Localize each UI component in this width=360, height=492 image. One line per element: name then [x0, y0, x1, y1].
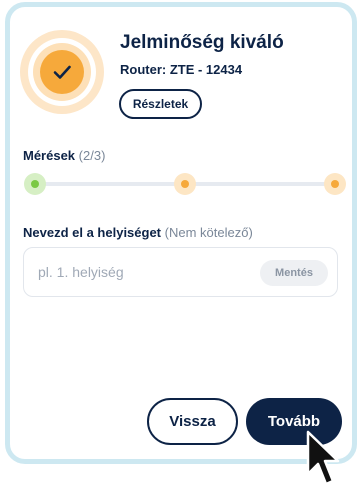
room-name-title: Nevezd el a helyiséget	[23, 225, 162, 240]
signal-quality-title: Jelminőség kiváló	[120, 32, 284, 53]
measurement-step-3	[324, 173, 346, 195]
check-icon	[53, 65, 71, 79]
measurements-count: (2/3)	[78, 148, 106, 163]
room-name-label: Nevezd el a helyiséget (Nem kötelező)	[23, 225, 253, 240]
mouse-pointer-icon	[306, 430, 340, 486]
room-name-optional-note: (Nem kötelező)	[164, 225, 253, 240]
measurement-step-1	[24, 173, 46, 195]
room-name-input[interactable]	[38, 260, 248, 284]
measurements-label: Mérések (2/3)	[23, 148, 105, 163]
back-button[interactable]: Vissza	[147, 398, 238, 445]
measurements-title: Mérések	[23, 148, 76, 163]
room-name-field: Mentés	[23, 247, 338, 297]
signal-quality-badge	[20, 30, 104, 114]
router-info: Router: ZTE - 12434	[120, 62, 243, 77]
save-button[interactable]: Mentés	[260, 260, 328, 286]
details-button[interactable]: Részletek	[119, 89, 202, 119]
measurement-step-2	[174, 173, 196, 195]
